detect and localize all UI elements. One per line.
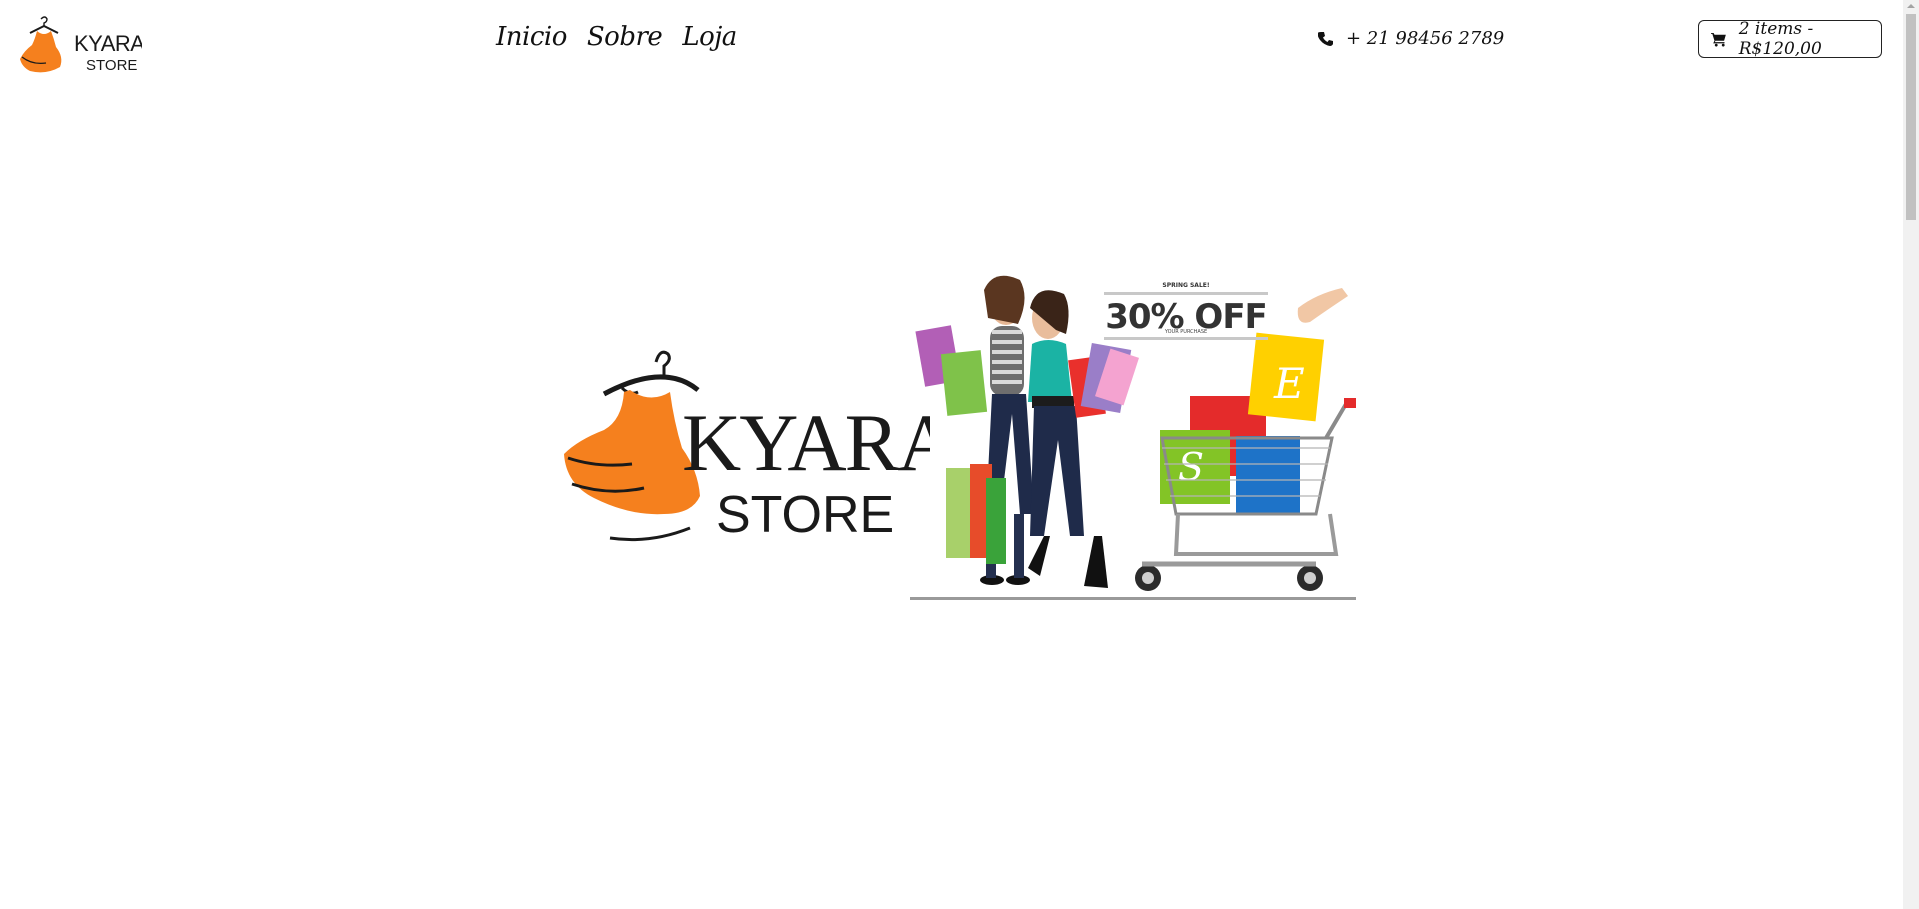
svg-text:KYARA: KYARA (682, 397, 930, 488)
woman-shopper-1-icon (915, 275, 1034, 585)
cart-summary: 2 items - R$120,00 (1738, 19, 1822, 59)
promo-subtext: YOUR PURCHASE (1164, 329, 1208, 335)
shopping-cart-sale-icon: S E (1135, 332, 1356, 591)
scroll-up-arrow-icon[interactable] (1907, 4, 1915, 8)
promo-floor-line (910, 597, 1356, 600)
shopping-cart-icon (1711, 32, 1726, 47)
page-scrollbar[interactable] (1903, 0, 1919, 909)
svg-text:KYARA: KYARA (74, 31, 142, 56)
nav-sobre[interactable]: Sobre (587, 22, 663, 52)
main-nav: Inicio Sobre Loja (496, 22, 737, 52)
header-logo[interactable]: KYARA STORE (16, 13, 146, 77)
svg-text:E: E (1273, 359, 1305, 408)
site-header: KYARA STORE Inicio Sobre Loja + 21 98456… (0, 0, 1903, 90)
kyara-store-hero-logo-icon: KYARA STORE (564, 350, 930, 544)
kyara-store-logo-icon: KYARA STORE (20, 16, 146, 74)
svg-text:STORE: STORE (86, 57, 137, 74)
svg-text:STORE: STORE (716, 486, 894, 544)
nav-inicio[interactable]: Inicio (496, 22, 567, 52)
promo-kicker: SPRING SALE! (1162, 282, 1210, 289)
page: KYARA STORE Inicio Sobre Loja + 21 98456… (0, 0, 1919, 909)
phone-number: + 21 98456 2789 (1346, 28, 1505, 49)
cart-button[interactable]: 2 items - R$120,00 (1698, 19, 1882, 59)
svg-text:S: S (1178, 445, 1204, 489)
nav-loja[interactable]: Loja (682, 22, 737, 52)
scrollbar-thumb[interactable] (1906, 14, 1916, 220)
phone-contact[interactable]: + 21 98456 2789 (1318, 28, 1504, 49)
phone-icon (1318, 31, 1333, 46)
hero-banner: KYARA STORE S E SPRING SALE! 30% OFF YOU… (560, 268, 1356, 606)
